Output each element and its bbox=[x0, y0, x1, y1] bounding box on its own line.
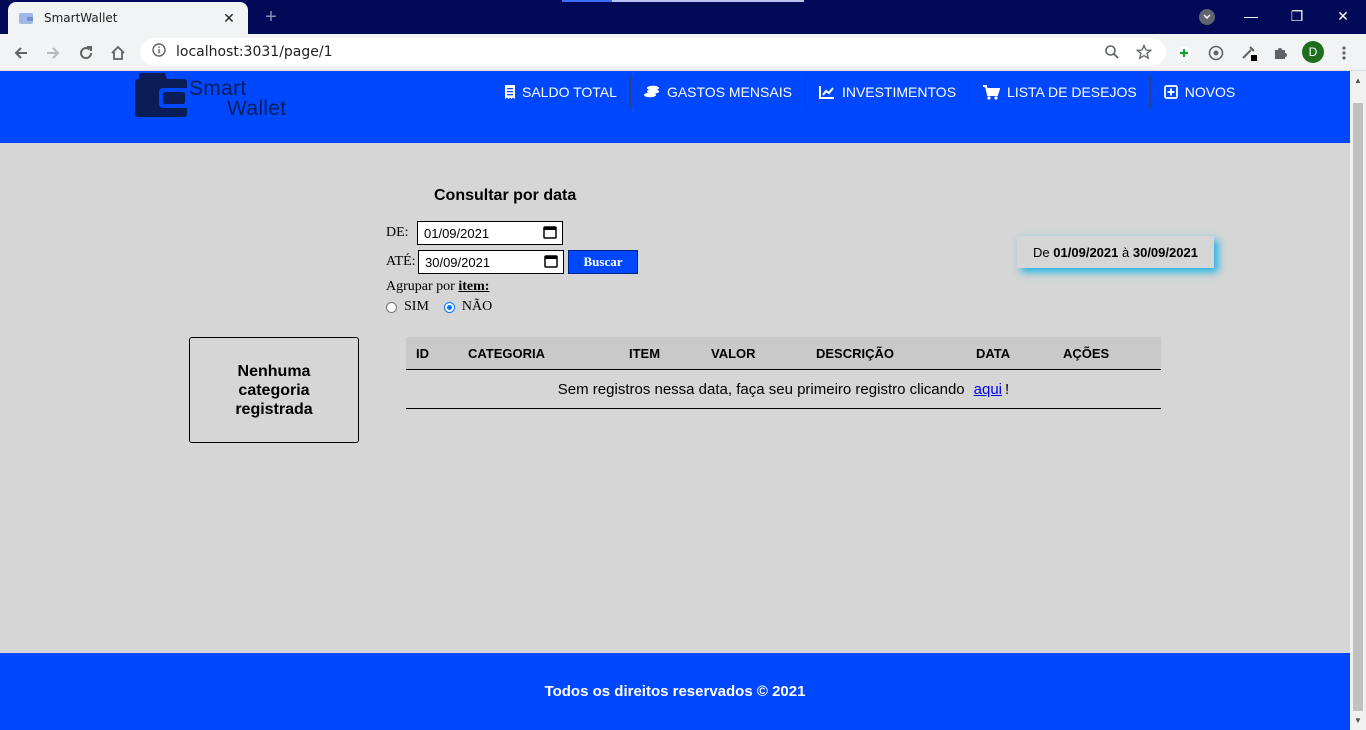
radio-sim-label: SIM bbox=[404, 299, 429, 314]
nav-label: NOVOS bbox=[1184, 84, 1236, 100]
to-date-value: 30/09/2021 bbox=[425, 254, 491, 270]
radio-nao-label: NÃO bbox=[461, 299, 493, 314]
address-bar[interactable]: localhost:3031/page/1 bbox=[140, 38, 1166, 66]
logo-text-wallet: Wallet bbox=[227, 97, 287, 120]
period-start: 01/09/2021 bbox=[1053, 244, 1119, 260]
scroll-up-arrow-icon[interactable]: ▲ bbox=[1354, 77, 1362, 85]
profile-avatar[interactable]: D bbox=[1302, 41, 1324, 63]
site-footer: Todos os direitos reservados © 2021 bbox=[0, 653, 1350, 730]
column-header-valor: VALOR bbox=[711, 346, 756, 361]
empty-suffix: ! bbox=[1005, 380, 1010, 398]
nav-label: LISTA DE DESEJOS bbox=[1007, 84, 1137, 100]
period-summary: De 01/09/2021 à 30/09/2021 bbox=[1017, 236, 1214, 268]
menu-kebab-icon[interactable] bbox=[1333, 42, 1355, 64]
filter-title: Consultar por data bbox=[434, 187, 577, 204]
tab-close-icon[interactable]: ✕ bbox=[220, 10, 238, 27]
zoom-icon[interactable] bbox=[1102, 42, 1122, 62]
records-table: ID CATEGORIA ITEM VALOR DESCRIÇÃO DATA A… bbox=[406, 337, 1161, 409]
browser-tabbar: SmartWallet ✕ + — ❐ ✕ bbox=[0, 0, 1366, 34]
extension-eyedropper-icon[interactable] bbox=[1238, 42, 1260, 64]
cart-icon bbox=[983, 84, 1001, 100]
page-scrollbar[interactable]: ▲ ▼ bbox=[1350, 71, 1366, 730]
first-record-link[interactable]: aqui bbox=[974, 381, 1002, 398]
table-header: ID CATEGORIA ITEM VALOR DESCRIÇÃO DATA A… bbox=[406, 337, 1161, 370]
table-empty-row: Sem registros nessa data, faça seu prime… bbox=[406, 370, 1161, 409]
close-window-button[interactable]: ✕ bbox=[1320, 0, 1366, 32]
column-header-acoes: AÇÕES bbox=[1063, 346, 1110, 361]
site-header: Smart Wallet SALDO TOTAL GASTOS MENSAIS bbox=[0, 71, 1350, 143]
column-header-descricao: DESCRIÇÃO bbox=[816, 346, 895, 361]
coins-icon bbox=[643, 85, 660, 99]
from-date-row: DE: 01/09/2021 bbox=[386, 221, 563, 245]
extensions-puzzle-icon[interactable] bbox=[1269, 42, 1291, 64]
nav-label: GASTOS MENSAIS bbox=[666, 84, 792, 100]
chart-line-icon bbox=[818, 85, 835, 99]
forward-arrow-icon[interactable] bbox=[40, 40, 66, 66]
tab-title: SmartWallet bbox=[44, 11, 118, 25]
new-tab-button[interactable]: + bbox=[258, 4, 284, 30]
period-connector: à bbox=[1122, 244, 1130, 260]
tab-search-icon[interactable] bbox=[1199, 9, 1215, 25]
minimize-button[interactable]: — bbox=[1228, 0, 1274, 32]
calendar-icon[interactable] bbox=[544, 254, 558, 271]
nav-saldo-total[interactable]: SALDO TOTAL bbox=[492, 75, 631, 109]
page-content: Smart Wallet SALDO TOTAL GASTOS MENSAIS bbox=[0, 71, 1350, 730]
column-header-id: ID bbox=[416, 346, 429, 361]
group-by-options: SIM NÃO bbox=[386, 299, 492, 315]
nav-label: SALDO TOTAL bbox=[522, 84, 617, 100]
period-prefix: De bbox=[1033, 244, 1050, 260]
to-label: ATÉ: bbox=[386, 254, 416, 269]
categories-empty-text: Nenhuma categoria registrada bbox=[235, 362, 313, 418]
group-by-label-row: Agrupar por item: bbox=[386, 279, 489, 295]
restore-button[interactable]: ❐ bbox=[1274, 0, 1320, 32]
scroll-down-arrow-icon[interactable]: ▼ bbox=[1354, 717, 1362, 725]
scrollbar-thumb[interactable] bbox=[1353, 103, 1363, 711]
group-by-label: Agrupar por bbox=[386, 279, 455, 294]
extension-plus-icon[interactable] bbox=[1173, 42, 1195, 64]
to-date-row: ATÉ: 30/09/2021 Buscar bbox=[386, 250, 638, 274]
back-arrow-icon[interactable] bbox=[8, 40, 34, 66]
receipt-icon bbox=[505, 85, 515, 99]
nav-investimentos[interactable]: INVESTIMENTOS bbox=[806, 75, 971, 109]
radio-nao[interactable] bbox=[443, 301, 455, 313]
search-button[interactable]: Buscar bbox=[568, 250, 638, 274]
from-date-input[interactable]: 01/09/2021 bbox=[417, 221, 563, 245]
browser-tab[interactable]: SmartWallet ✕ bbox=[8, 2, 248, 34]
footer-text: Todos os direitos reservados © 2021 bbox=[544, 683, 806, 700]
plus-square-icon bbox=[1163, 85, 1178, 99]
group-by-item-label: item: bbox=[458, 279, 490, 294]
column-header-categoria: CATEGORIA bbox=[468, 346, 546, 361]
home-icon[interactable] bbox=[105, 40, 131, 66]
main-nav: SALDO TOTAL GASTOS MENSAIS INVESTIMENTOS… bbox=[492, 75, 1248, 109]
period-end: 30/09/2021 bbox=[1132, 244, 1198, 260]
nav-label: INVESTIMENTOS bbox=[841, 84, 957, 100]
bookmark-star-icon[interactable] bbox=[1134, 42, 1154, 62]
from-label: DE: bbox=[386, 225, 409, 240]
column-header-item: ITEM bbox=[629, 346, 661, 361]
nav-novos[interactable]: NOVOS bbox=[1151, 75, 1249, 109]
column-header-data: DATA bbox=[976, 346, 1011, 361]
empty-message: Sem registros nessa data, faça seu prime… bbox=[557, 380, 965, 398]
categories-empty-box: Nenhuma categoria registrada bbox=[189, 337, 359, 443]
calendar-icon[interactable] bbox=[543, 225, 557, 242]
reload-icon[interactable] bbox=[73, 40, 99, 66]
nav-lista-de-desejos[interactable]: LISTA DE DESEJOS bbox=[970, 75, 1151, 109]
nav-gastos-mensais[interactable]: GASTOS MENSAIS bbox=[631, 75, 806, 109]
from-date-value: 01/09/2021 bbox=[424, 225, 490, 241]
radio-sim[interactable] bbox=[386, 301, 397, 313]
smartwallet-logo[interactable]: Smart Wallet bbox=[135, 71, 305, 121]
extension-globe-icon[interactable] bbox=[1205, 42, 1227, 64]
tab-accent-strip bbox=[562, 0, 804, 2]
to-date-input[interactable]: 30/09/2021 bbox=[418, 250, 564, 274]
url-text: localhost:3031/page/1 bbox=[176, 44, 333, 60]
info-icon[interactable] bbox=[152, 42, 166, 62]
wallet-favicon-icon bbox=[18, 10, 34, 26]
browser-toolbar: localhost:3031/page/1 bbox=[0, 34, 1366, 71]
